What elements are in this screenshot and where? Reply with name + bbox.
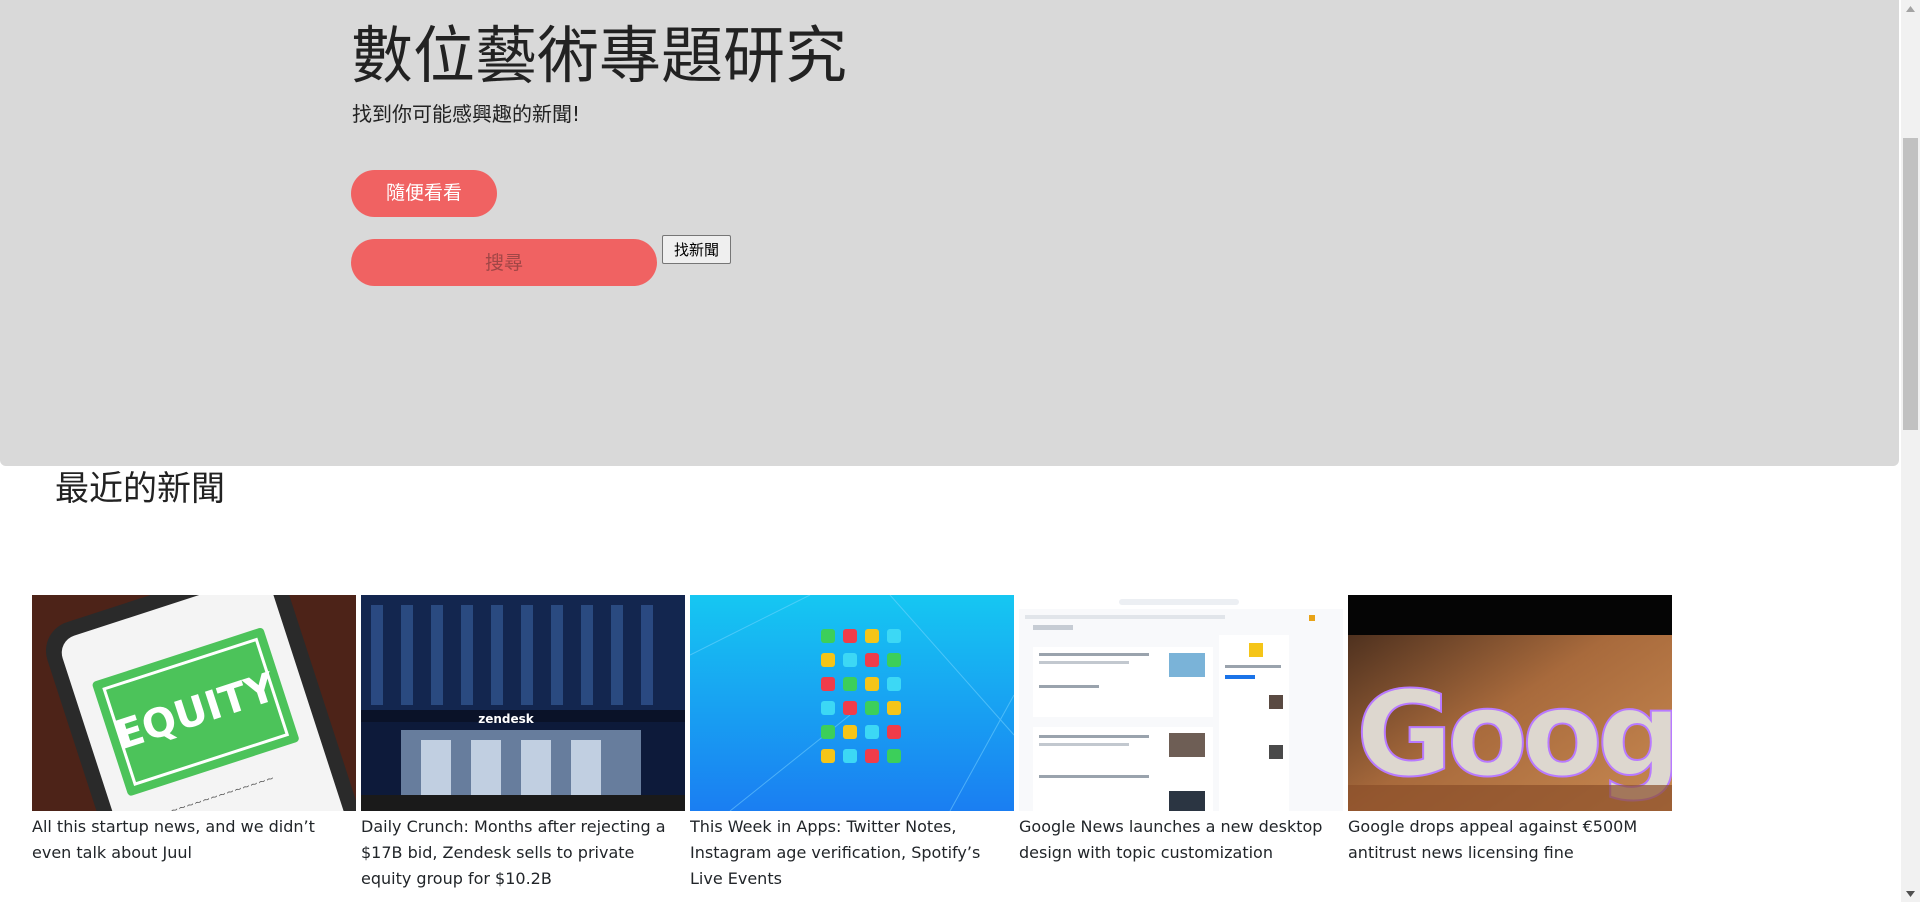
news-caption[interactable]: All this startup news, and we didn’t eve… xyxy=(32,814,356,894)
news-card[interactable]: zendesk Daily Crunch: Months after rejec… xyxy=(361,595,685,894)
page-subtitle: 找到你可能感興趣的新聞! xyxy=(352,102,581,126)
chevron-down-icon[interactable] xyxy=(1901,885,1920,902)
chevron-up-icon[interactable] xyxy=(1901,0,1920,17)
news-card[interactable]: Google Google drops appeal against €500M… xyxy=(1348,595,1672,894)
search-input[interactable] xyxy=(351,239,657,286)
news-caption[interactable]: Daily Crunch: Months after rejecting a $… xyxy=(361,814,685,894)
google-news-screenshot-image xyxy=(1019,595,1343,811)
find-news-button[interactable]: 找新聞 xyxy=(662,235,731,264)
recent-news-heading: 最近的新聞 xyxy=(55,469,225,509)
news-card[interactable]: Google News launches a new desktop desig… xyxy=(1019,595,1343,894)
vertical-scrollbar[interactable] xyxy=(1901,0,1920,902)
news-thumbnail[interactable] xyxy=(690,595,1014,811)
news-thumbnail[interactable]: EQUITY ~~~~~~~~~~~~~ xyxy=(32,595,356,811)
news-thumbnail[interactable]: zendesk xyxy=(361,595,685,811)
news-caption[interactable]: Google drops appeal against €500M antitr… xyxy=(1348,814,1672,894)
page-title: 數位藝術專題研究 xyxy=(351,19,848,92)
news-caption[interactable]: This Week in Apps: Twitter Notes, Instag… xyxy=(690,814,1014,894)
svg-text:Google: Google xyxy=(1356,665,1672,803)
news-card[interactable]: This Week in Apps: Twitter Notes, Instag… xyxy=(690,595,1014,894)
hero-banner: 數位藝術專題研究 找到你可能感興趣的新聞! 隨便看看 找新聞 xyxy=(0,0,1899,466)
browse-button[interactable]: 隨便看看 xyxy=(351,170,497,217)
zendesk-building-image: zendesk xyxy=(361,595,685,811)
news-list: EQUITY ~~~~~~~~~~~~~ All this startup ne… xyxy=(32,595,1682,902)
news-caption[interactable]: Google News launches a new desktop desig… xyxy=(1019,814,1343,894)
news-card[interactable]: EQUITY ~~~~~~~~~~~~~ All this startup ne… xyxy=(32,595,356,894)
news-thumbnail[interactable] xyxy=(1019,595,1343,811)
equity-podcast-phone-image: EQUITY ~~~~~~~~~~~~~ xyxy=(32,595,356,811)
app-icons-grid-image xyxy=(690,595,1014,811)
news-thumbnail[interactable]: Google xyxy=(1348,595,1672,811)
scrollbar-thumb[interactable] xyxy=(1903,138,1918,430)
svg-text:zendesk: zendesk xyxy=(478,712,535,726)
page: 數位藝術專題研究 找到你可能感興趣的新聞! 隨便看看 找新聞 最近的新聞 EQU… xyxy=(0,0,1920,902)
google-sign-image: Google xyxy=(1348,595,1672,811)
